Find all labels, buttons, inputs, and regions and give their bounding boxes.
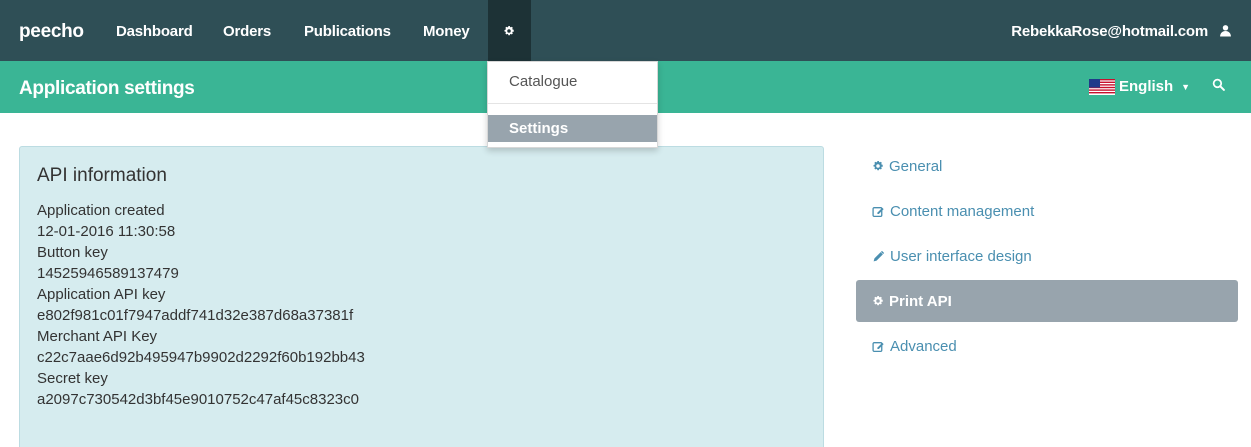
caret-down-icon: ▼ xyxy=(1181,81,1191,92)
side-menu-advanced[interactable]: Advanced xyxy=(856,325,1238,367)
search-icon[interactable] xyxy=(1212,78,1225,91)
field-value: 14525946589137479 xyxy=(37,265,179,282)
field-value: a2097c730542d3bf45e9010752c47af45c8323c0 xyxy=(37,391,359,408)
language-label: English xyxy=(1119,78,1174,95)
user-icon[interactable] xyxy=(1219,24,1232,37)
field-label: Button key xyxy=(37,244,108,261)
api-information-panel: API information Application created 12-0… xyxy=(19,146,824,447)
settings-dropdown-menu: Catalogue Settings xyxy=(487,61,658,148)
field-label: Application created xyxy=(37,202,165,219)
panel-title: API information xyxy=(37,165,167,186)
nav-orders[interactable]: Orders xyxy=(223,23,271,40)
gear-icon xyxy=(872,160,884,172)
edit-icon xyxy=(872,205,885,218)
nav-publications[interactable]: Publications xyxy=(304,23,391,40)
field-label: Application API key xyxy=(37,286,166,303)
side-menu-label: General xyxy=(889,157,943,175)
gear-icon xyxy=(872,295,884,307)
dropdown-divider xyxy=(488,103,657,104)
field-value: e802f981c01f7947addf741d32e387d68a37381f xyxy=(37,307,354,324)
side-menu-label: User interface design xyxy=(890,247,1032,265)
side-menu-general[interactable]: General xyxy=(856,145,1238,187)
language-selector[interactable]: English ▼ xyxy=(1089,78,1190,95)
side-menu-label: Content management xyxy=(890,202,1035,220)
gear-icon xyxy=(504,25,514,36)
field-label: Merchant API Key xyxy=(37,328,158,345)
side-menu-print-api[interactable]: Print API xyxy=(856,280,1238,322)
nav-money[interactable]: Money xyxy=(423,23,470,40)
user-email[interactable]: RebekkaRose@hotmail.com xyxy=(1011,23,1208,40)
dropdown-item-settings[interactable]: Settings xyxy=(488,115,657,142)
side-menu-content-management[interactable]: Content management xyxy=(856,190,1238,232)
us-flag-icon xyxy=(1089,78,1115,95)
dropdown-item-catalogue[interactable]: Catalogue xyxy=(488,62,657,102)
nav-dashboard[interactable]: Dashboard xyxy=(116,23,193,40)
side-menu-label: Print API xyxy=(889,292,952,310)
field-value: 12-01-2016 11:30:58 xyxy=(37,223,176,240)
side-menu-user-interface-design[interactable]: User interface design xyxy=(856,235,1238,277)
page-title: Application settings xyxy=(19,78,195,99)
pencil-icon xyxy=(872,250,885,263)
top-navbar: peecho Dashboard Orders Publications Mon… xyxy=(0,0,1251,61)
field-label: Secret key xyxy=(37,370,108,387)
field-value: c22c7aae6d92b495947b9902d2292f60b192bb43 xyxy=(37,349,365,366)
edit-icon xyxy=(872,340,885,353)
side-menu-label: Advanced xyxy=(890,337,957,355)
brand-logo[interactable]: peecho xyxy=(19,21,84,43)
settings-menu-button[interactable] xyxy=(488,0,531,61)
